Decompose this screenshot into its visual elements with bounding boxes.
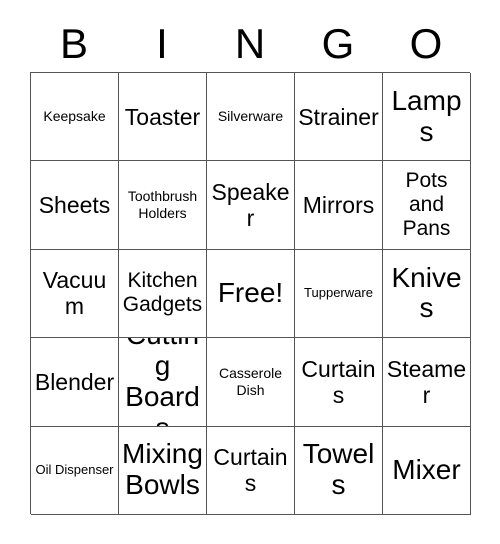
bingo-cell-label: Tupperware xyxy=(304,285,373,301)
bingo-cell[interactable]: Kitchen Gadgets xyxy=(119,249,207,339)
bingo-cell[interactable]: Knives xyxy=(383,249,471,339)
bingo-cell-label: Silverware xyxy=(217,108,284,125)
bingo-cell-label: Cutting Boards xyxy=(125,338,200,425)
bingo-cell-label: Mixer xyxy=(392,453,461,485)
bingo-cell[interactable]: Cutting Boards xyxy=(119,338,207,427)
bingo-cell[interactable]: Sheets xyxy=(31,161,119,250)
bingo-cell-label: Mirrors xyxy=(302,191,375,218)
header-letter-i: I xyxy=(156,20,168,67)
bingo-cell-free[interactable]: Free! xyxy=(207,249,295,339)
bingo-cell[interactable]: Keepsake xyxy=(31,73,119,162)
bingo-cell-label: Curtains xyxy=(213,444,288,497)
bingo-cell-label: Toothbrush Holders xyxy=(127,188,198,222)
bingo-cell[interactable]: Pots and Pans xyxy=(383,161,471,250)
bingo-cell-label: Blender xyxy=(34,368,115,395)
bingo-cell[interactable]: Towels xyxy=(295,426,383,515)
bingo-grid: Keepsake Toaster Silverware Strainer Lamps Sh… xyxy=(30,72,471,515)
bingo-card: B I N G O Keepsake Toaster Silverware Strai… xyxy=(0,0,500,544)
bingo-cell-label: Curtains xyxy=(301,355,376,408)
header-letter-o: O xyxy=(409,20,443,67)
bingo-cell-label: Strainer xyxy=(298,103,379,130)
bingo-cell-label: Casserole Dish xyxy=(218,364,283,398)
bingo-cell[interactable]: Steamer xyxy=(383,338,471,427)
bingo-cell[interactable]: Casserole Dish xyxy=(207,338,295,427)
bingo-cell[interactable]: Toaster xyxy=(119,73,207,162)
bingo-cell-label: Keepsake xyxy=(43,108,106,125)
bingo-cell-label: Free! xyxy=(217,277,284,309)
bingo-cell[interactable]: Strainer xyxy=(295,73,383,162)
bingo-cell[interactable]: Blender xyxy=(31,338,119,427)
bingo-cell-label: Mixing Bowls xyxy=(122,438,203,501)
bingo-cell-label: Kitchen Gadgets xyxy=(122,269,203,317)
bingo-cell[interactable]: Curtains xyxy=(295,338,383,427)
bingo-cell[interactable]: Mirrors xyxy=(295,161,383,250)
bingo-cell-label: Knives xyxy=(391,261,462,324)
header-letter-g: G xyxy=(321,20,355,67)
bingo-cell[interactable]: Curtains xyxy=(207,426,295,515)
bingo-cell[interactable]: Vacuum xyxy=(31,249,119,339)
bingo-cell[interactable]: Toothbrush Holders xyxy=(119,161,207,250)
bingo-cell[interactable]: Mixing Bowls xyxy=(119,426,207,515)
bingo-cell-label: Pots and Pans xyxy=(402,168,451,241)
bingo-header-letters: B I N G O xyxy=(30,16,470,72)
header-letter-b: B xyxy=(59,20,88,67)
bingo-cell[interactable]: Silverware xyxy=(207,73,295,162)
bingo-cell-label: Towels xyxy=(302,438,375,501)
header-letter-n: N xyxy=(234,20,266,67)
bingo-cell-label: Steamer xyxy=(386,355,467,408)
bingo-cell[interactable]: Oil Dispenser xyxy=(31,426,119,515)
bingo-cell-label: Vacuum xyxy=(42,267,107,320)
bingo-cell-label: Lamps xyxy=(391,84,462,147)
bingo-cell-label: Speaker xyxy=(211,178,290,232)
bingo-cell[interactable]: Tupperware xyxy=(295,249,383,339)
bingo-cell[interactable]: Mixer xyxy=(383,426,471,515)
bingo-cell[interactable]: Lamps xyxy=(383,73,471,162)
bingo-cell-label: Toaster xyxy=(124,103,201,130)
bingo-cell-label: Sheets xyxy=(38,191,111,218)
bingo-cell-label: Oil Dispenser xyxy=(35,462,114,478)
bingo-cell[interactable]: Speaker xyxy=(207,161,295,250)
